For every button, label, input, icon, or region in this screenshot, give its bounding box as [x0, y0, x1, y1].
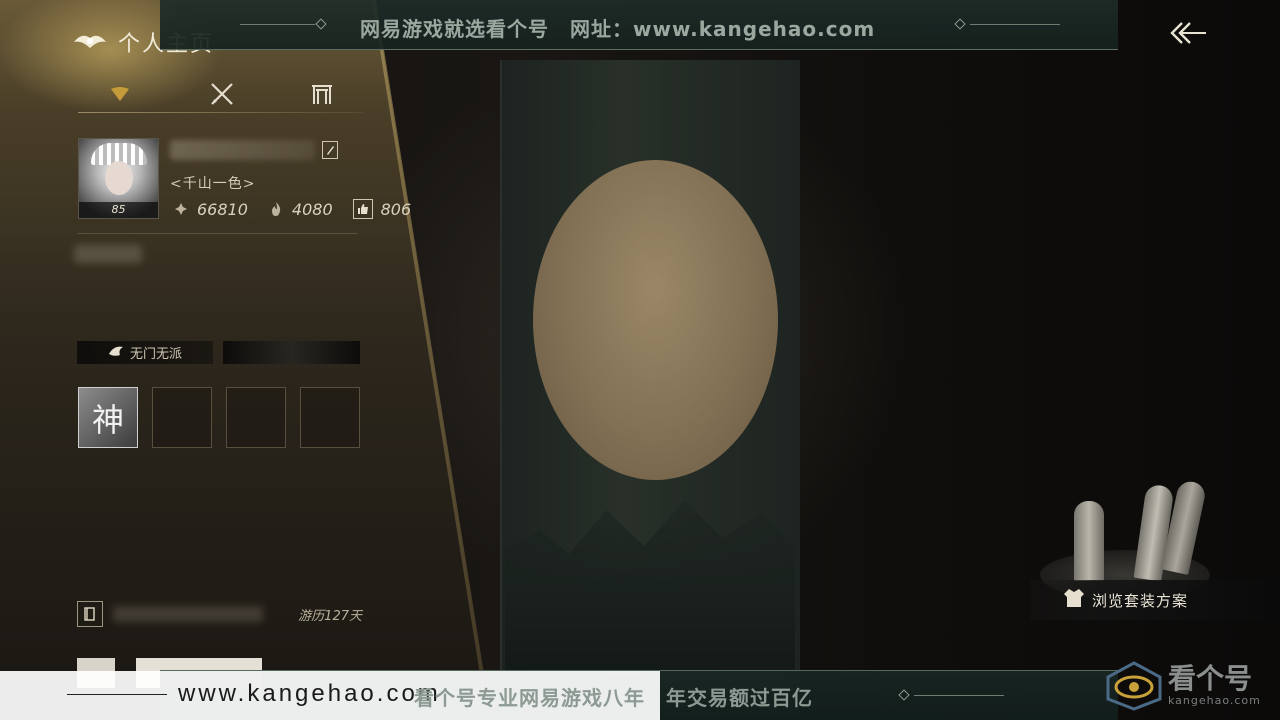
ornament-diamond [898, 689, 910, 701]
tab-bar [100, 82, 350, 112]
watermark-brand-en: kangehao.com [1168, 693, 1261, 707]
stat-score-value: 66810 [197, 199, 248, 219]
eye-logo-icon [1104, 659, 1164, 711]
guild-name: <千山一色> [170, 176, 256, 192]
player-level: 85 [79, 202, 158, 218]
watermark-url: www.kangehao.com [178, 680, 441, 707]
sect-label: 无门无派 [129, 347, 182, 362]
badge-slot-3[interactable] [226, 387, 286, 448]
leaf-fan-icon [109, 85, 131, 107]
badge-glyph: 神 [91, 400, 124, 439]
ornament-line [240, 24, 315, 25]
title-badge-blurred [223, 341, 360, 364]
badge-slot-1[interactable]: 神 [78, 387, 138, 448]
back-button[interactable] [1166, 18, 1210, 52]
outfit-icon [1062, 587, 1086, 613]
sect-badge[interactable]: 无门无派 [77, 341, 213, 364]
signature-blurred [74, 245, 142, 263]
player-name-blurred [170, 140, 315, 160]
tab-residence[interactable] [306, 82, 338, 110]
pencil-icon [325, 141, 335, 160]
ornament-line [914, 695, 1004, 696]
tab-underline [78, 112, 363, 113]
stats-row: 66810 4080 806 [173, 199, 431, 219]
watermark-brand-cn: 看个号 [1168, 661, 1253, 695]
thumbs-up-icon[interactable] [352, 199, 373, 219]
stat-likes: 806 [352, 199, 412, 219]
top-watermark-text: 网易游戏就选看个号 网址：www.kangehao.com [360, 17, 876, 41]
browse-outfits-button[interactable]: 浏览套装方案 [1030, 580, 1280, 620]
gate-icon [310, 83, 334, 109]
stat-score: 66810 [173, 200, 248, 219]
stat-heat-value: 4080 [291, 199, 333, 219]
sect-row: 无门无派 [77, 341, 360, 364]
bottom-watermark-text: 看个号专业网易游戏八年 年交易额过百亿 [414, 686, 813, 710]
ornament-diamond [315, 18, 327, 30]
tab-profile[interactable] [104, 82, 136, 110]
badge-slot-4[interactable] [300, 387, 360, 448]
wing-emblem-icon [72, 28, 108, 56]
crossed-swords-icon [209, 81, 235, 111]
flame-icon [268, 201, 284, 217]
edit-name-button[interactable] [322, 141, 338, 159]
flower-icon [173, 201, 189, 217]
badge-slots: 神 [78, 387, 360, 448]
back-arrow-icon [1168, 19, 1208, 51]
divider [78, 233, 358, 234]
watermark-logo: 看个号 kangehao.com [1104, 655, 1280, 715]
outfit-button-label: 浏览套装方案 [1092, 591, 1189, 610]
avatar-face [105, 161, 133, 195]
painted-moon [533, 160, 778, 480]
journey-days: 游历127天 [298, 608, 362, 624]
sect-emblem-icon [108, 344, 124, 362]
journey-row: 游历127天 [77, 601, 362, 627]
top-watermark-bar: 网易游戏就选看个号 网址：www.kangehao.com [160, 0, 1118, 50]
watermark-line [67, 694, 167, 695]
badge-slot-2[interactable] [152, 387, 212, 448]
avatar[interactable]: 85 [78, 138, 159, 219]
watermark-brand: 看个号 kangehao.com [1168, 661, 1261, 707]
journey-text-blurred [113, 606, 263, 622]
tab-combat[interactable] [206, 82, 238, 110]
stat-heat: 4080 [268, 200, 333, 219]
journal-icon[interactable] [77, 601, 103, 627]
ornament-line [970, 24, 1060, 25]
ornament-diamond [954, 18, 966, 30]
stat-likes-value: 806 [380, 199, 412, 219]
